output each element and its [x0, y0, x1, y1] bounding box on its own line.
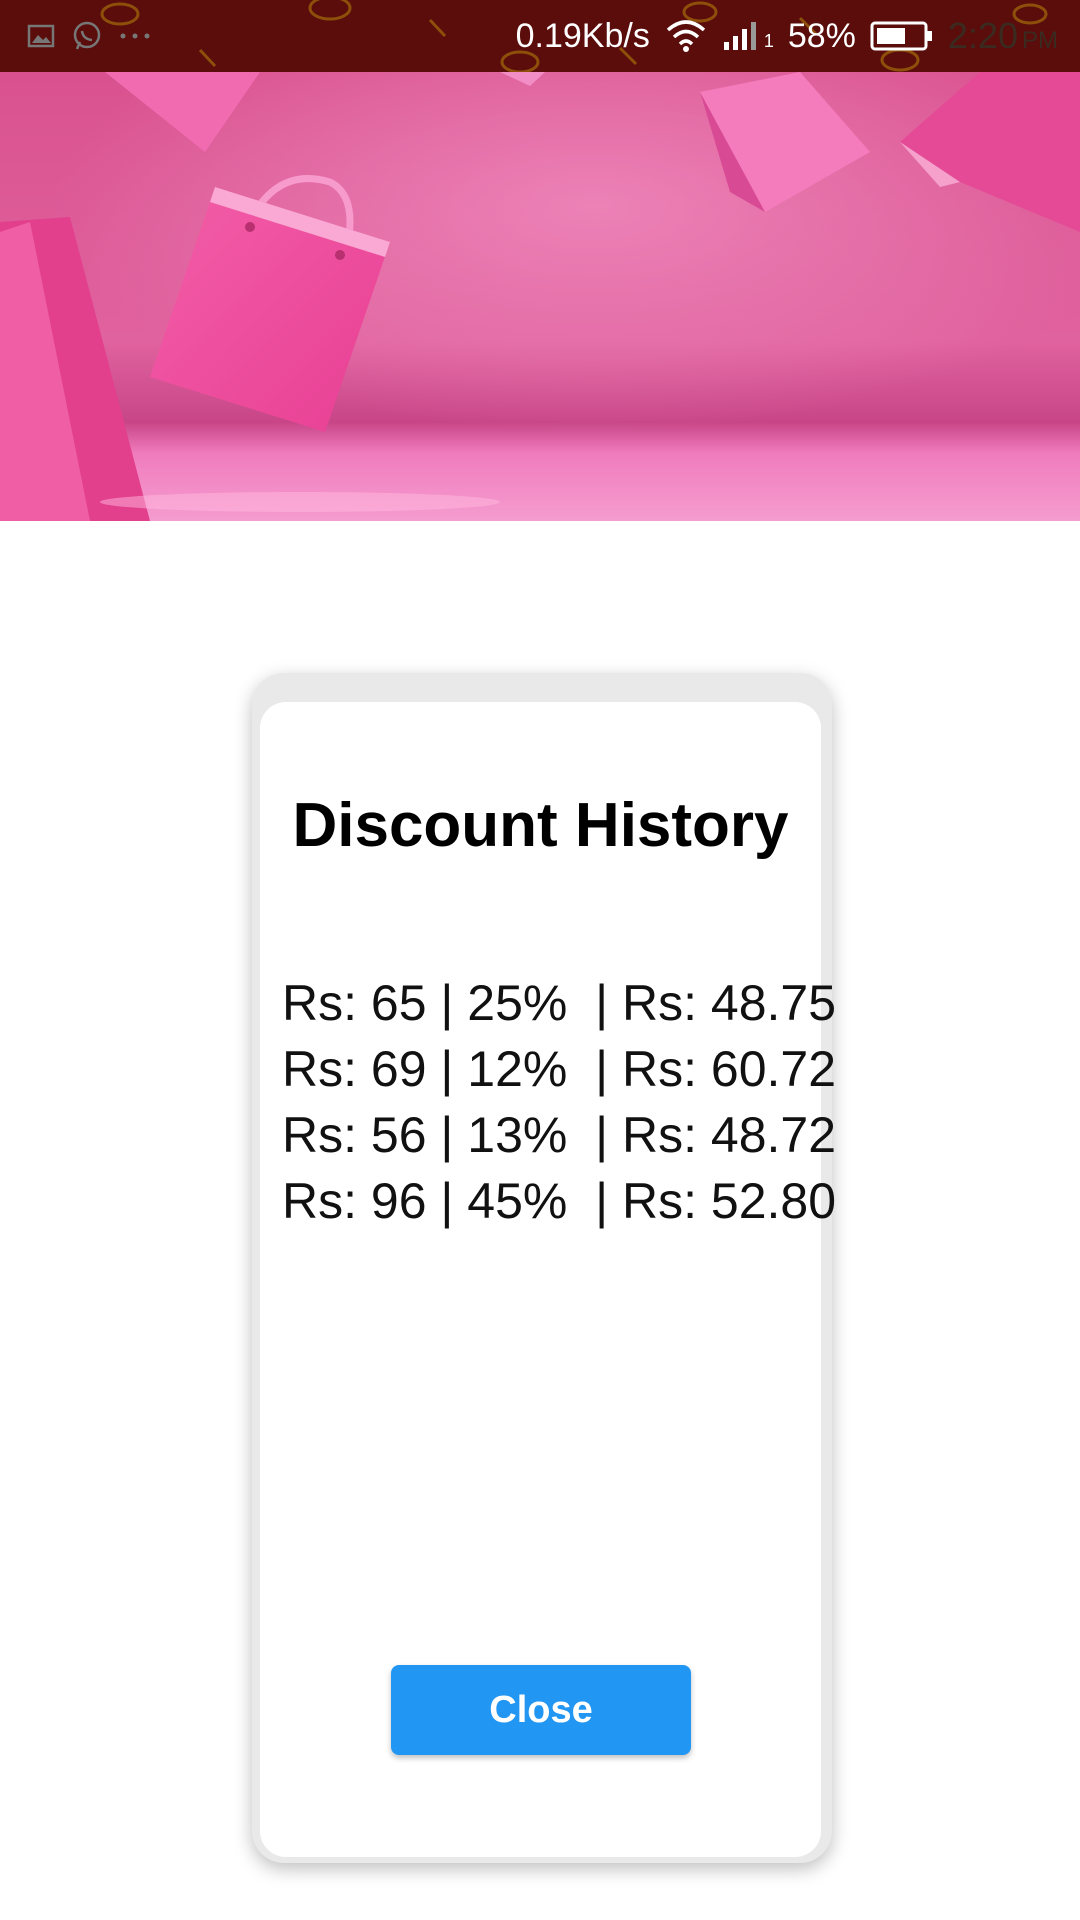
status-left-icons	[26, 18, 152, 54]
dialog-title: Discount History	[292, 791, 789, 860]
discount-history-list: Rs: 65 | 25% | Rs: 48.75 Rs: 69 | 12% | …	[282, 970, 837, 1234]
signal-icon	[723, 22, 756, 50]
battery-percent: 58%	[787, 16, 856, 55]
history-row: Rs: 69 | 12% | Rs: 60.72	[282, 1041, 837, 1097]
wifi-icon	[666, 20, 706, 52]
clock: 2:20 PM	[948, 15, 1058, 57]
history-row: Rs: 56 | 13% | Rs: 48.72	[282, 1107, 837, 1163]
signal-group: 1	[722, 20, 774, 52]
close-button[interactable]: Close	[391, 1665, 691, 1755]
more-icon	[120, 33, 150, 39]
history-row: Rs: 96 | 45% | Rs: 52.80	[282, 1173, 837, 1229]
whatsapp-icon	[73, 21, 101, 50]
history-row: Rs: 65 | 25% | Rs: 48.75	[282, 975, 837, 1031]
status-bar: 0.19Kb/s 1 58% 2:20 PM	[0, 0, 1080, 72]
screen: 0.19Kb/s 1 58% 2:20 PM Discount History …	[0, 0, 1080, 1920]
clock-ampm: PM	[1022, 27, 1058, 54]
battery-icon	[870, 21, 932, 51]
sim-index: 1	[763, 31, 774, 51]
clock-time: 2:20	[947, 15, 1018, 56]
shopping-bags-illustration	[0, 72, 1080, 521]
network-speed: 0.19Kb/s	[515, 16, 650, 55]
header-banner	[0, 72, 1080, 521]
status-right-icons: 0.19Kb/s 1 58% 2:20 PM	[516, 0, 1058, 72]
gallery-icon	[27, 24, 55, 48]
discount-history-dialog: Discount History Rs: 65 | 25% | Rs: 48.7…	[260, 702, 837, 1857]
